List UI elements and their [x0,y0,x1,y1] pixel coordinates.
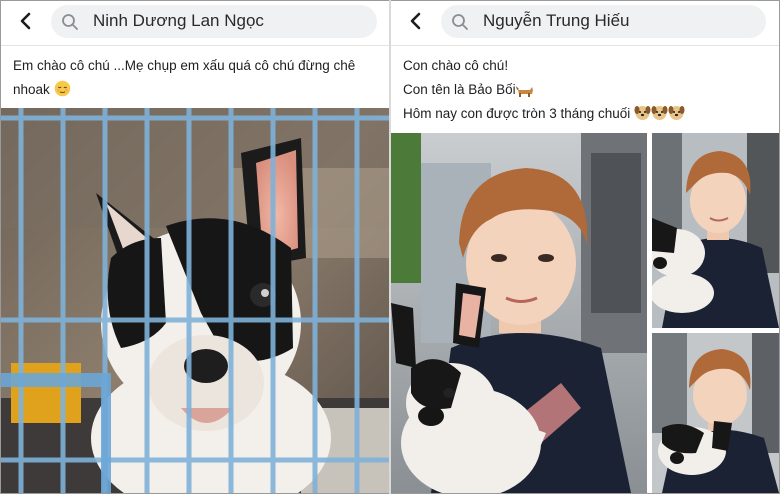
right-search-bar: Nguyễn Trung Hiếu [391,1,779,43]
man-with-puppy-photo-thumb-2[interactable] [652,333,779,493]
back-arrow-icon[interactable] [405,7,427,35]
man-with-puppy-photo-thumb-1[interactable] [652,133,779,328]
post-caption: Em chào cô chú ...Mẹ chụp em xấu quá cô … [13,54,373,102]
left-post-panel: Ninh Dương Lan Ngọc Em chào cô chú ...Mẹ… [1,1,389,493]
relieved-face-emoji-icon [54,80,70,97]
search-icon [452,14,468,30]
back-arrow-icon[interactable] [15,7,37,35]
search-input[interactable]: Ninh Dương Lan Ngọc [51,5,377,38]
search-input[interactable]: Nguyễn Trung Hiếu [441,5,766,38]
right-post-panel: Nguyễn Trung Hiếu Con chào cô chú! Con t… [391,1,779,493]
search-query-text: Ninh Dương Lan Ngọc [93,11,264,30]
dog-face-emoji-icon [668,106,685,120]
caption-line-2-text: Con tên là Bảo Bối [403,82,516,97]
search-icon [62,14,78,30]
dog-face-emoji-icon [651,106,668,120]
search-query-text: Nguyễn Trung Hiếu [483,11,630,30]
man-with-puppy-photo-main[interactable] [391,133,647,493]
caption-line-2: Con tên là Bảo Bối [403,78,763,102]
dog-emoji-icon [515,86,533,97]
caption-line-3-text: Hôm nay con được tròn 3 tháng chuối [403,106,631,121]
dog-face-emoji-icon [634,106,651,120]
post-caption: Con chào cô chú! Con tên là Bảo Bối Hôm … [403,54,763,126]
separator [1,45,389,46]
puppy-photo[interactable] [1,108,389,493]
left-search-bar: Ninh Dương Lan Ngọc [1,1,389,43]
separator [391,45,779,46]
caption-line-1: Con chào cô chú! [403,58,509,73]
caption-line-3: Hôm nay con được tròn 3 tháng chuối [403,102,763,126]
